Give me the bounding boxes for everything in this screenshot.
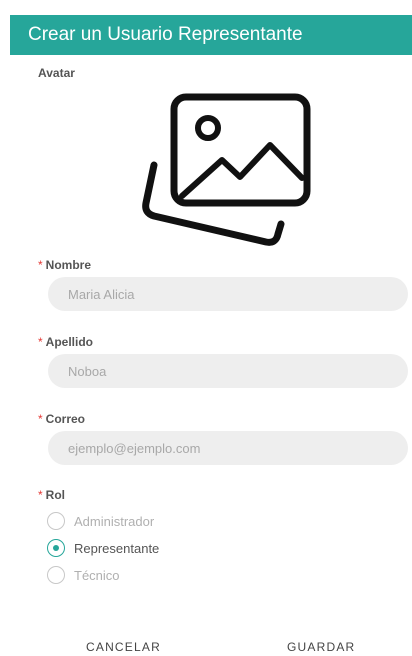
- radio-button[interactable]: [47, 512, 65, 530]
- rol-option-label: Representante: [74, 540, 160, 556]
- required-mark: *: [38, 335, 43, 349]
- rol-option-label: Administrador: [74, 513, 155, 529]
- rol-option-representante[interactable]: Representante: [47, 538, 159, 558]
- correo-label: * Correo: [38, 412, 85, 426]
- apellido-label: * Apellido: [38, 335, 93, 349]
- rol-label: * Rol: [38, 488, 65, 502]
- correo-input[interactable]: [48, 431, 408, 465]
- required-mark: *: [38, 258, 43, 272]
- cancel-button[interactable]: CANCELAR: [86, 638, 161, 656]
- rol-option-administrador[interactable]: Administrador: [47, 511, 154, 531]
- nombre-input[interactable]: [48, 277, 408, 311]
- rol-option-tecnico[interactable]: Técnico: [47, 565, 120, 585]
- image-placeholder-icon[interactable]: [140, 90, 315, 250]
- rol-label-text: Rol: [45, 488, 66, 502]
- nombre-label: * Nombre: [38, 258, 91, 272]
- rol-option-label: Técnico: [74, 567, 120, 583]
- apellido-input[interactable]: [48, 354, 408, 388]
- nombre-label-text: Nombre: [45, 258, 92, 272]
- apellido-label-text: Apellido: [45, 335, 94, 349]
- required-mark: *: [38, 412, 43, 426]
- radio-button-selected[interactable]: [47, 539, 65, 557]
- correo-label-text: Correo: [45, 412, 86, 426]
- avatar-label: Avatar: [38, 66, 75, 80]
- radio-button[interactable]: [47, 566, 65, 584]
- dialog-title: Crear un Usuario Representante: [10, 15, 412, 55]
- save-button[interactable]: GUARDAR: [287, 638, 355, 656]
- create-user-dialog: Crear un Usuario Representante Avatar * N…: [10, 0, 412, 656]
- required-mark: *: [38, 488, 43, 502]
